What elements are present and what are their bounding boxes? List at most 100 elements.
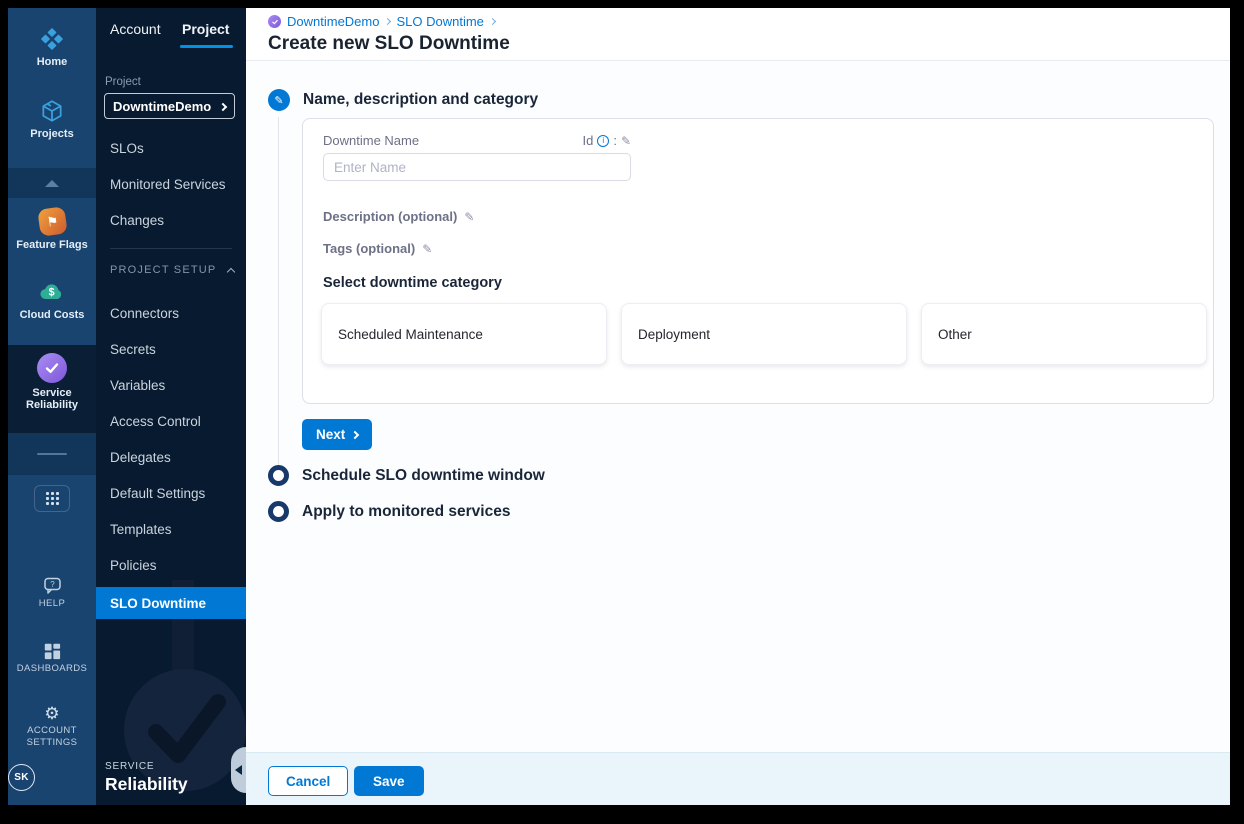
sidebar-item-monitored-services[interactable]: Monitored Services — [96, 166, 246, 202]
category-card-deployment[interactable]: Deployment — [621, 303, 907, 365]
rail-item-label: ACCOUNT SETTINGS — [26, 725, 78, 748]
rail-item-account-settings[interactable]: ⚙ ACCOUNT SETTINGS — [8, 700, 96, 754]
module-kicker: SERVICE — [105, 761, 155, 772]
step1-title: Name, description and category — [303, 91, 539, 108]
edit-id-pencil-icon[interactable]: ✎ — [621, 134, 631, 148]
step1-header[interactable]: ✎ Name, description and category — [268, 89, 538, 111]
module-picker-button[interactable] — [34, 484, 70, 512]
sidebar-item-variables[interactable]: Variables — [96, 367, 246, 403]
rail-item-projects[interactable]: Projects — [8, 92, 96, 146]
triangle-up-icon — [45, 179, 59, 187]
tab-project[interactable]: Project — [182, 21, 229, 37]
action-footer: Cancel Save — [246, 752, 1230, 805]
sidebar-collapse-button[interactable] — [231, 747, 246, 793]
rail-item-cloud-costs[interactable]: $ Cloud Costs — [8, 273, 96, 327]
downtime-name-label: Downtime Name — [323, 133, 420, 148]
rail-item-service-reliability[interactable]: Service Reliability — [8, 345, 96, 433]
app-window: Home Projects ⚑ Feature Flags $ Cloud Co… — [8, 8, 1230, 805]
step2-header[interactable]: Schedule SLO downtime window — [268, 465, 545, 486]
sidebar-item-slos[interactable]: SLOs — [96, 130, 246, 166]
module-picker-wrap — [8, 475, 96, 521]
rail-item-feature-flags[interactable]: ⚑ Feature Flags — [8, 202, 96, 257]
id-label: Id — [582, 133, 594, 148]
user-avatar[interactable]: SK — [8, 764, 35, 791]
step3-title: Apply to monitored services — [302, 502, 511, 520]
project-selector-value: DowntimeDemo — [113, 98, 212, 114]
module-name: Reliability — [105, 774, 188, 794]
chevron-up-icon — [226, 267, 236, 276]
project-selector[interactable]: DowntimeDemo — [104, 93, 235, 119]
divider-dash-icon — [37, 453, 67, 455]
sidebar-item-access-control[interactable]: Access Control — [96, 403, 246, 439]
rail-item-label: Service Reliability — [26, 387, 78, 411]
rail-item-label: Home — [36, 56, 68, 68]
id-separator: : — [613, 133, 617, 148]
sidebar-item-secrets[interactable]: Secrets — [96, 331, 246, 367]
category-card-other[interactable]: Other — [921, 303, 1207, 365]
sidebar-item-policies[interactable]: Policies — [96, 547, 246, 583]
rail-item-label: Projects — [30, 128, 74, 140]
breadcrumb-project-link[interactable]: DowntimeDemo — [287, 14, 379, 29]
description-label: Description (optional) — [323, 209, 458, 224]
sidebar-item-slo-downtime[interactable]: SLO Downtime — [96, 587, 246, 619]
step2-ring-icon — [268, 465, 289, 486]
wizard-content: ✎ Name, description and category Downtim… — [246, 61, 1230, 752]
rail-spacer — [8, 521, 96, 572]
help-chat-icon: ? — [44, 577, 61, 594]
step3-ring-icon — [268, 501, 289, 522]
sidebar-item-changes[interactable]: Changes — [96, 202, 246, 238]
edit-tags-pencil-icon: ✎ — [422, 241, 433, 256]
category-cards: Scheduled Maintenance Deployment Other — [321, 303, 1207, 365]
rail-mid-section: ⚑ Feature Flags $ Cloud Costs — [8, 198, 96, 345]
breadcrumb: DowntimeDemo SLO Downtime — [268, 14, 496, 29]
service-reliability-icon — [37, 353, 67, 383]
sidebar-item-connectors[interactable]: Connectors — [96, 295, 246, 331]
step1-edit-badge: ✎ — [268, 89, 290, 111]
nine-dots-icon — [45, 491, 59, 505]
rail-item-label: Feature Flags — [16, 239, 88, 251]
sidebar-divider — [110, 248, 232, 249]
sidebar-item-default-settings[interactable]: Default Settings — [96, 475, 246, 511]
category-section-label: Select downtime category — [323, 275, 502, 291]
rail-item-home[interactable]: Home — [8, 20, 96, 74]
rail-divider-band — [8, 433, 96, 475]
sidebar-item-delegates[interactable]: Delegates — [96, 439, 246, 475]
gear-icon: ⚙ — [44, 704, 60, 723]
svg-text:?: ? — [50, 580, 55, 589]
cancel-button[interactable]: Cancel — [268, 766, 349, 796]
tab-account[interactable]: Account — [110, 21, 161, 37]
chevron-right-icon — [488, 17, 496, 26]
cloud-costs-icon: $ — [40, 284, 62, 299]
description-toggle[interactable]: Description (optional) ✎ — [323, 209, 474, 224]
chevron-right-icon — [218, 102, 228, 111]
next-button[interactable]: Next — [302, 419, 373, 450]
projects-cube-icon — [42, 100, 62, 122]
rail-scroll-up[interactable] — [8, 168, 96, 198]
breadcrumb-slo-downtime-link[interactable]: SLO Downtime — [396, 14, 483, 29]
pencil-icon: ✎ — [274, 94, 284, 107]
save-button[interactable]: Save — [354, 766, 424, 796]
step-connector-line — [278, 117, 279, 467]
svg-text:$: $ — [49, 287, 55, 299]
info-icon[interactable]: i — [597, 134, 610, 147]
id-group: Id i : ✎ — [582, 133, 631, 148]
srm-breadcrumb-icon — [268, 15, 281, 28]
rail-item-help[interactable]: ? HELP — [8, 572, 96, 615]
rail-item-label: DASHBOARDS — [16, 663, 88, 674]
rail-item-label: HELP — [38, 598, 66, 609]
project-setup-label: PROJECT SETUP — [110, 264, 217, 276]
chevron-right-icon — [384, 17, 392, 26]
step1-form-card: Downtime Name Id i : ✎ Description (opti… — [302, 118, 1214, 404]
module-footer: SERVICE Reliability — [105, 761, 188, 795]
tags-label: Tags (optional) — [323, 241, 416, 256]
rail-item-dashboards[interactable]: DASHBOARDS — [8, 637, 96, 680]
rail-item-label: Cloud Costs — [19, 309, 85, 321]
sidebar-nav-setup: Connectors Secrets Variables Access Cont… — [96, 295, 246, 583]
category-card-scheduled-maintenance[interactable]: Scheduled Maintenance — [321, 303, 607, 365]
sidebar-item-templates[interactable]: Templates — [96, 511, 246, 547]
page-title: Create new SLO Downtime — [268, 33, 510, 54]
step3-header[interactable]: Apply to monitored services — [268, 501, 510, 522]
project-setup-header[interactable]: PROJECT SETUP — [110, 264, 236, 276]
downtime-name-input[interactable] — [323, 153, 631, 181]
tags-toggle[interactable]: Tags (optional) ✎ — [323, 241, 432, 256]
